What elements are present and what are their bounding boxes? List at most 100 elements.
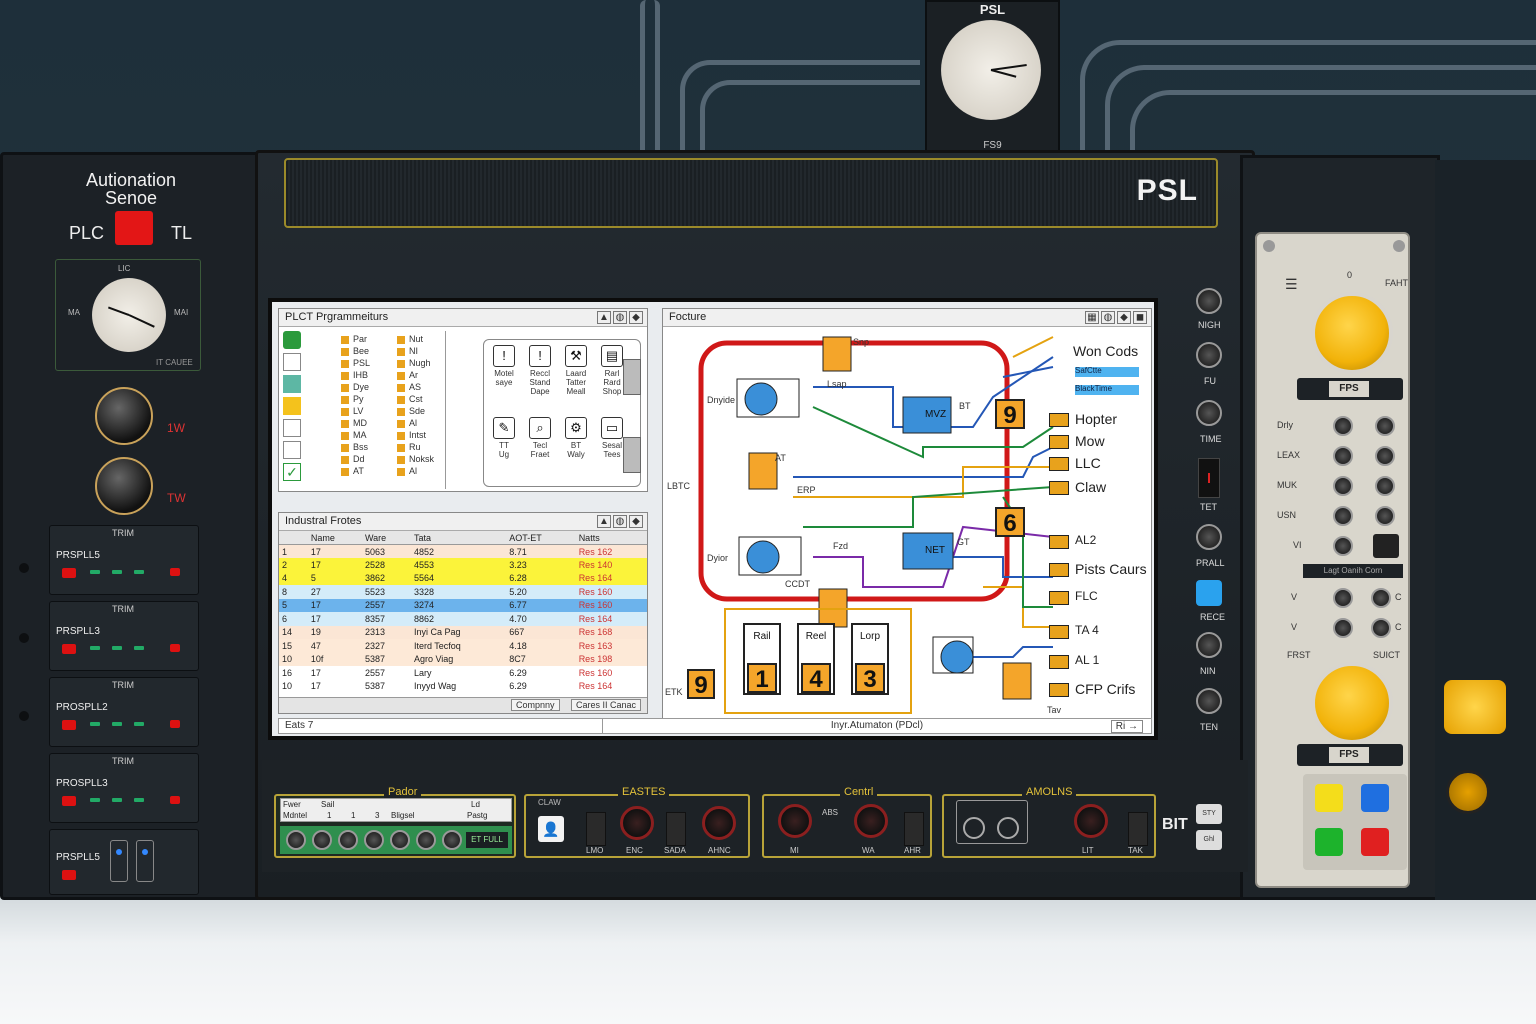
connector-port[interactable]	[390, 830, 410, 850]
selector-knob[interactable]	[1333, 476, 1353, 496]
red-rotary-knob[interactable]	[854, 804, 888, 838]
selector-knob[interactable]	[1371, 618, 1391, 638]
selector-knob[interactable]	[1375, 416, 1395, 436]
connector-port[interactable]	[338, 830, 358, 850]
column-header[interactable]	[279, 531, 308, 545]
toggle-lever[interactable]	[666, 812, 686, 846]
company-button[interactable]: Compnny	[511, 699, 560, 711]
counter-block[interactable]: 6	[995, 507, 1025, 537]
tree-item[interactable]: MD	[341, 417, 391, 429]
knob-2[interactable]	[95, 457, 153, 515]
side-button[interactable]: Ghl	[1196, 830, 1222, 850]
scroll-arrow[interactable]	[623, 359, 641, 395]
red-rotary-knob[interactable]	[702, 806, 736, 840]
tree-item[interactable]: Intst	[397, 429, 447, 441]
checkmark-icon[interactable]: ✓	[283, 463, 301, 481]
grid-icon[interactable]: ▦	[1085, 311, 1099, 324]
green-button[interactable]	[1315, 828, 1343, 856]
red-button[interactable]	[1361, 828, 1389, 856]
rotary-knob[interactable]	[1196, 342, 1222, 368]
selector-knob[interactable]	[1333, 618, 1353, 638]
selector-knob[interactable]	[1333, 536, 1353, 556]
tree-item[interactable]: Par	[341, 333, 391, 345]
column-header[interactable]: Tata	[410, 531, 507, 545]
tree-item[interactable]: Ar	[397, 369, 447, 381]
tree-item[interactable]: Dye	[341, 381, 391, 393]
cares-button[interactable]: Cares II Canac	[571, 699, 642, 711]
selector-knob[interactable]	[1375, 506, 1395, 526]
tree-item[interactable]: MA	[341, 429, 391, 441]
counter-block[interactable]: 9	[995, 399, 1025, 429]
column-header[interactable]: AOT-ET	[506, 531, 576, 545]
column-header[interactable]: Natts	[575, 531, 647, 545]
table-row[interactable]: 15 47 2327 Iterd Tecfoq 4.18 Res 163	[279, 639, 647, 653]
connector-port[interactable]	[286, 830, 306, 850]
tree-item[interactable]: Noksk	[397, 453, 447, 465]
settings-icon[interactable]: ◍	[613, 515, 627, 528]
table-row[interactable]: 16 17 2557 Lary 6.29 Res 160	[279, 666, 647, 680]
table-row[interactable]: 8 27 5523 3328 5.20 Res 160	[279, 585, 647, 599]
tree-item[interactable]: Sde	[397, 405, 447, 417]
toggle-lever[interactable]	[904, 812, 924, 846]
tree-item[interactable]: IHB	[341, 369, 391, 381]
toggle-lever[interactable]	[1128, 812, 1148, 846]
tree-item[interactable]: Cst	[397, 393, 447, 405]
tree-item[interactable]: Al	[397, 417, 447, 429]
table-row[interactable]: 14 19 2313 Inyi Ca Pag 667 Res 168	[279, 625, 647, 639]
main-dial[interactable]	[1311, 292, 1393, 374]
selector-knob[interactable]	[1333, 416, 1353, 436]
table-row[interactable]: 10 10f 5387 Agro Viag 8C7 Res 198	[279, 652, 647, 666]
selector-knob[interactable]	[1371, 588, 1391, 608]
tool-icon[interactable]	[283, 353, 301, 371]
tree-item[interactable]: AS	[397, 381, 447, 393]
connector-port[interactable]	[416, 830, 436, 850]
close-icon[interactable]: ◆	[629, 311, 643, 324]
tool-icon[interactable]	[283, 441, 301, 459]
table-row[interactable]: 2 17 2528 4553 3.23 Res 140	[279, 558, 647, 572]
side-button[interactable]: STY	[1196, 804, 1222, 824]
output-module[interactable]: Rail 1	[743, 623, 781, 695]
red-rotary-knob[interactable]	[1074, 804, 1108, 838]
selector-knob[interactable]	[1375, 446, 1395, 466]
tool-icon[interactable]	[283, 419, 301, 437]
red-rotary-knob[interactable]	[778, 804, 812, 838]
tree-item[interactable]: Nugh	[397, 357, 447, 369]
tool-button[interactable]: ! Motel saye	[487, 345, 521, 409]
table-row[interactable]: 10 17 5387 Inyyd Wag 6.29 Res 164	[279, 679, 647, 693]
tool-icon[interactable]	[283, 331, 301, 349]
tree-item[interactable]: Nut	[397, 333, 447, 345]
table-row[interactable]: 5 17 2557 3274 6.77 Res 160	[279, 598, 647, 612]
user-icon[interactable]: 👤	[538, 816, 564, 842]
close-icon[interactable]: ◼	[1133, 311, 1147, 324]
lock-icon[interactable]: ◍	[613, 311, 627, 324]
tool-icon[interactable]	[283, 375, 301, 393]
full-button[interactable]: ET FULL	[466, 832, 508, 848]
tool-icon[interactable]	[283, 397, 301, 415]
toggle-switch[interactable]	[1198, 458, 1220, 498]
knob-1[interactable]	[95, 387, 153, 445]
rotary-knob[interactable]	[1196, 400, 1222, 426]
minimize-icon[interactable]: ▲	[597, 515, 611, 528]
tool-button[interactable]: ! Reccl Stand Dape	[523, 345, 557, 409]
tree-item[interactable]: Bss	[341, 441, 391, 453]
table-row[interactable]: 4 5 3862 5564 6.28 Res 164	[279, 571, 647, 585]
rotary-knob[interactable]	[1196, 524, 1222, 550]
scroll-arrow[interactable]	[623, 437, 641, 473]
fps-switch[interactable]: FPS	[1297, 744, 1403, 766]
tool-button[interactable]: ✎ TT Ug	[487, 417, 521, 481]
table-row[interactable]: 1 17 5063 4852 8.71 Res 162	[279, 544, 647, 558]
blue-button[interactable]	[1196, 580, 1222, 606]
fps-switch[interactable]: FPS	[1297, 378, 1403, 400]
yellow-button[interactable]	[1315, 784, 1343, 812]
tree-item[interactable]: Al	[397, 465, 447, 477]
secondary-dial[interactable]	[1311, 662, 1393, 744]
rotary-knob[interactable]	[1196, 288, 1222, 314]
connector-port[interactable]	[364, 830, 384, 850]
tree-item[interactable]: NI	[397, 345, 447, 357]
fire-icon[interactable]: ◆	[1117, 311, 1131, 324]
minimize-icon[interactable]: ▲	[597, 311, 611, 324]
lock-icon[interactable]: ◍	[1101, 311, 1115, 324]
tree-item[interactable]: LV	[341, 405, 391, 417]
tree-item[interactable]: Bee	[341, 345, 391, 357]
selector-knob[interactable]	[1333, 588, 1353, 608]
